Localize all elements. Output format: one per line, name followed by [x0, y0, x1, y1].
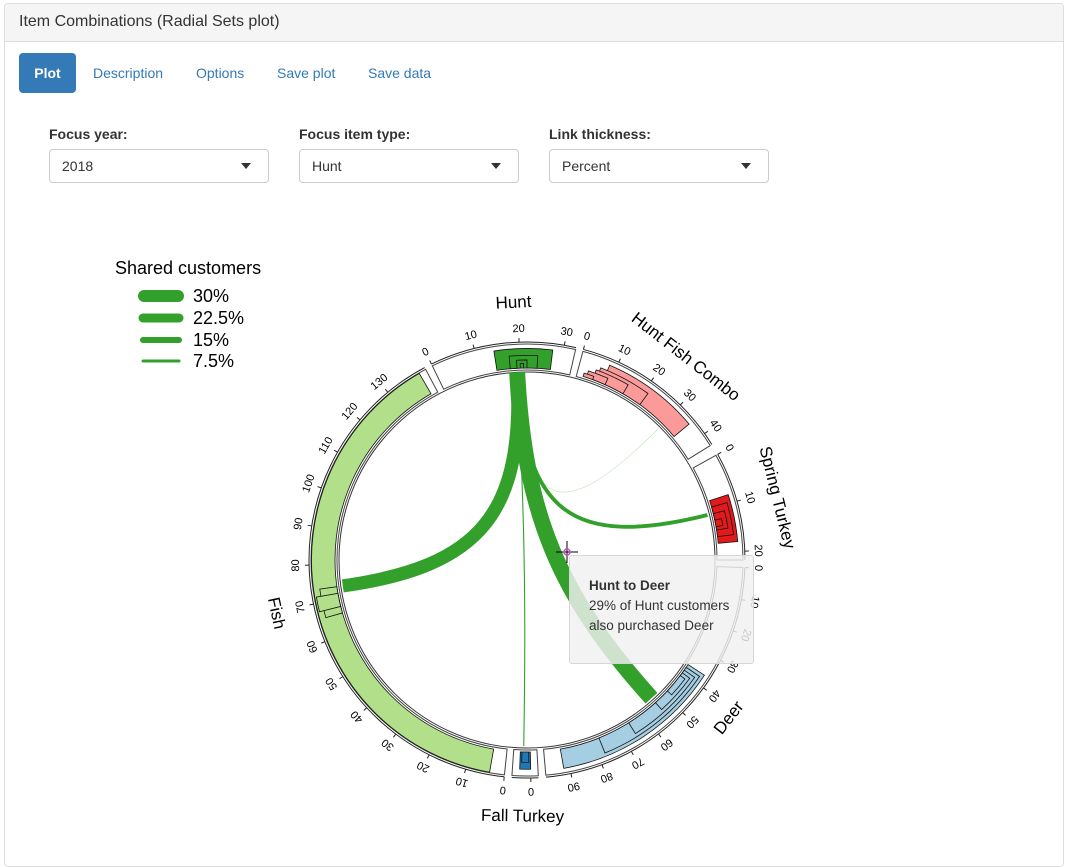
- tick-label: 120: [339, 401, 360, 423]
- tick-label: 100: [300, 473, 317, 494]
- axis-tick: [307, 524, 312, 527]
- tooltip-line: 29% of Hunt customers: [589, 598, 730, 613]
- axis-tick: [703, 687, 708, 691]
- tick-label: 80: [599, 769, 615, 784]
- axis-tick: [618, 358, 621, 363]
- axis-tick: [320, 641, 326, 644]
- tick-label: 20: [512, 323, 525, 335]
- link-tooltip: Hunt to Deer 29% of Hunt customers also …: [569, 555, 754, 664]
- tick-label: 20: [752, 544, 764, 557]
- tick-label: 10: [742, 490, 757, 505]
- tick-label: 0: [420, 346, 431, 359]
- axis-tick: [393, 733, 397, 738]
- axis-tick: [356, 416, 361, 421]
- tick-label: 130: [369, 372, 391, 393]
- sector-axis: [511, 776, 539, 779]
- tick-label: 80: [290, 559, 302, 572]
- axis-tick: [384, 388, 389, 393]
- tick-label: 30: [681, 387, 698, 404]
- tick-label: 0: [582, 330, 591, 343]
- legend-label: 15%: [193, 330, 229, 350]
- axis-tick: [472, 344, 475, 349]
- distribution-bar: [714, 518, 724, 528]
- legend: Shared customers 30% 22.5% 15% 7.5%: [115, 258, 261, 371]
- axis-tick: [309, 603, 314, 606]
- axis-tick: [317, 486, 322, 489]
- tick-label: 110: [317, 435, 336, 456]
- axis-tick: [650, 377, 655, 382]
- axis-tick: [582, 345, 585, 350]
- axis-tick: [339, 676, 344, 680]
- axis-tick: [426, 754, 430, 759]
- legend-label: 22.5%: [193, 308, 244, 328]
- tick-label: 30: [379, 736, 396, 753]
- tick-label: 0: [499, 784, 506, 797]
- axis-tick: [658, 733, 662, 738]
- axis-tick: [717, 451, 722, 455]
- distribution-bar: [519, 363, 525, 369]
- tick-label: 90: [566, 779, 580, 793]
- tick-label: 40: [707, 418, 724, 435]
- legend-title: Shared customers: [115, 258, 261, 278]
- axis-tick: [679, 401, 684, 406]
- axis-tick: [563, 341, 566, 346]
- tooltip-line: also purchased Deer: [589, 618, 714, 633]
- axis-tick: [682, 712, 686, 716]
- radial-sets-chart: Shared customers 30% 22.5% 15% 7.5% 0 10 2…: [115, 258, 799, 826]
- axis-tick: [333, 449, 338, 453]
- tick-label: 70: [294, 600, 308, 614]
- tick-label: 50: [323, 675, 340, 692]
- tick-label: 40: [349, 708, 366, 725]
- tick-label: 20: [650, 362, 667, 379]
- tick-label: 70: [629, 755, 646, 771]
- tick-label: 60: [305, 639, 321, 655]
- sector-label: Spring Turkey: [755, 444, 799, 551]
- tick-label: 10: [464, 329, 479, 344]
- tick-label: 30: [560, 325, 574, 339]
- sector-label: Hunt: [495, 292, 532, 313]
- axis-tick: [630, 751, 634, 756]
- legend-label: 7.5%: [193, 351, 234, 371]
- axis-tick: [363, 707, 368, 711]
- axis-tick: [429, 360, 432, 365]
- tick-label: 40: [706, 687, 723, 704]
- axis-tick: [601, 764, 604, 769]
- tooltip-title: Hunt to Deer: [589, 578, 670, 593]
- link-path: [341, 371, 525, 593]
- tick-label: 0: [528, 785, 534, 797]
- tick-label: 20: [415, 758, 431, 774]
- axis-tick: [736, 499, 741, 502]
- axis-tick: [570, 773, 573, 778]
- sector-label: Fall Turkey: [481, 806, 565, 826]
- tick-label: 60: [658, 736, 675, 753]
- axis-tick: [464, 769, 467, 774]
- tick-label: 10: [454, 774, 469, 789]
- tick-label: 90: [292, 517, 306, 531]
- sector-label: Fish: [264, 596, 289, 631]
- tick-label: 0: [722, 442, 735, 453]
- tick-label: 50: [683, 713, 700, 730]
- legend-label: 30%: [193, 286, 229, 306]
- axis-tick: [704, 430, 709, 435]
- distribution-bar: [521, 751, 530, 763]
- tick-label: 10: [616, 342, 632, 358]
